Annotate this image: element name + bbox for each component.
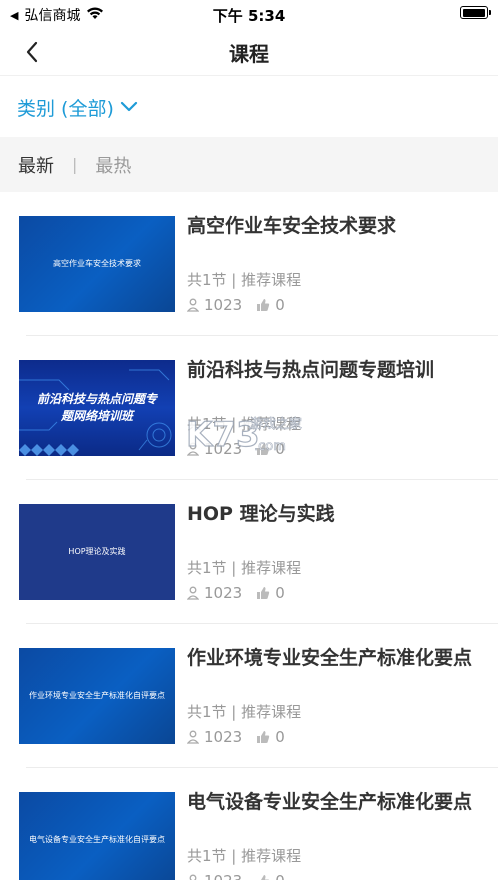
person-icon [187,586,199,600]
course-title[interactable]: 前沿科技与热点问题专题培训 [187,358,476,383]
views-count: 1023 [204,296,243,314]
views-stat: 1023 [187,728,242,746]
views-count: 1023 [204,872,242,880]
thumbs-up-icon [257,587,270,599]
views-stat: 1023 [187,872,242,880]
course-meta: 共1节 | 推荐课程 [187,703,302,721]
course-title[interactable]: 作业环境专业安全生产标准化要点 [187,646,476,671]
course-title[interactable]: HOP 理论与实践 [187,502,476,527]
thumbnail-text: HOP理论及实践 [68,546,126,556]
course-thumbnail[interactable]: 电气设备专业安全生产标准化自评要点 [19,792,175,880]
status-time: 下午 5:34 [212,7,286,25]
course-thumbnail[interactable]: HOP理论及实践 [19,504,175,600]
tab-hottest[interactable]: 最热 [95,152,131,178]
likes-stat[interactable]: 0 [256,584,285,602]
likes-count: 0 [275,440,285,458]
course-thumbnail[interactable]: 作业环境专业安全生产标准化自评要点 [19,648,175,744]
views-count: 1023 [204,584,243,602]
views-stat: 1023 [187,296,242,314]
course-thumbnail[interactable]: 高空作业车安全技术要求 [19,216,175,312]
thumbnail-text: 电气设备专业安全生产标准化自评要点 [29,834,165,844]
category-filter-label: 类别 (全部) [17,97,114,120]
tab-newest[interactable]: 最新 [18,152,54,178]
likes-stat[interactable]: 0 [256,872,285,880]
course-meta: 共1节 | 推荐课程 [187,559,302,577]
views-count: 1023 [204,440,243,458]
list-item[interactable]: HOP理论及实践 HOP 理论与实践 共1节 | 推荐课程 1023 0 [0,480,498,624]
course-title[interactable]: 电气设备专业安全生产标准化要点 [187,790,476,815]
course-stats: 1023 0 [187,728,299,746]
category-filter-button[interactable]: 类别 (全部) [17,94,138,121]
likes-count: 0 [275,296,285,314]
status-bar: ◀ 弘信商城 下午 5:34 [0,0,498,28]
course-meta: 共1节 | 推荐课程 [187,271,302,289]
views-stat: 1023 [187,584,242,602]
sort-separator: | [72,155,78,174]
thumbnail-text: 前沿科技与热点问题专题网络培训班 [37,392,158,423]
list-item[interactable]: 前沿科技与热点问题专题网络培训班 前沿科技与热点问题专题培训 共1节 | 推荐课… [0,336,498,480]
views-count: 1023 [204,728,243,746]
nav-bar: 课程 [0,28,498,76]
likes-count: 0 [275,728,285,746]
list-item[interactable]: 电气设备专业安全生产标准化自评要点 电气设备专业安全生产标准化要点 共1节 | … [0,768,498,880]
course-thumbnail[interactable]: 前沿科技与热点问题专题网络培训班 [19,360,175,456]
course-title[interactable]: 高空作业车安全技术要求 [187,214,476,239]
thumbs-up-icon [257,875,270,880]
likes-count: 0 [275,872,285,880]
thumbnail-text: 作业环境专业安全生产标准化自评要点 [29,690,165,700]
course-stats: 1023 0 [187,872,299,880]
course-meta: 共1节 | 推荐课程 [187,415,302,433]
thumbnail-text: 高空作业车安全技术要求 [53,258,141,268]
sort-bar: 最新 | 最热 [0,137,498,192]
chevron-down-icon [120,101,137,112]
person-icon [187,730,199,744]
list-item[interactable]: 作业环境专业安全生产标准化自评要点 作业环境专业安全生产标准化要点 共1节 | … [0,624,498,768]
person-icon [189,874,197,880]
course-list: 高空作业车安全技术要求 高空作业车安全技术要求 共1节 | 推荐课程 1023 … [0,192,498,880]
views-stat: 1023 [187,440,242,458]
page-title: 课程 [229,42,269,66]
person-icon [187,442,199,456]
filter-bar: 类别 (全部) [0,77,498,137]
likes-stat[interactable]: 0 [256,296,285,314]
course-stats: 1023 0 [187,584,299,602]
course-stats: 1023 0 [187,440,299,458]
likes-stat[interactable]: 0 [256,728,285,746]
likes-count: 0 [275,584,285,602]
course-stats: 1023 0 [187,296,299,314]
thumbs-up-icon [257,731,270,743]
course-meta: 共1节 | 推荐课程 [187,847,302,865]
thumbs-up-icon [257,443,270,455]
list-item[interactable]: 高空作业车安全技术要求 高空作业车安全技术要求 共1节 | 推荐课程 1023 … [0,192,498,336]
likes-stat[interactable]: 0 [256,440,285,458]
battery-icon [460,6,491,19]
person-icon [187,298,199,312]
thumbs-up-icon [257,299,270,311]
